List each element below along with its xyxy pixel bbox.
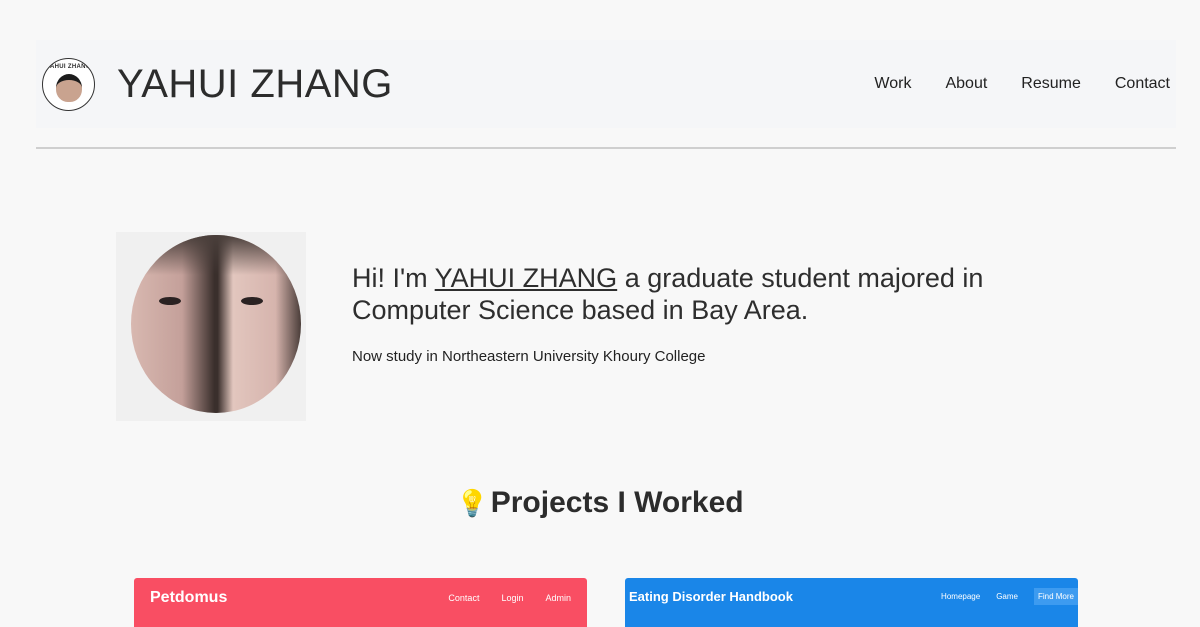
project-card-eating-disorder-handbook[interactable]: Eating Disorder Handbook Homepage Game F…: [625, 578, 1078, 627]
card-nav-find-more: Find More: [1033, 587, 1078, 605]
nav-work[interactable]: Work: [874, 75, 911, 93]
card-nav-admin: Admin: [545, 593, 571, 603]
site-title[interactable]: YAHUI ZHANG: [117, 62, 393, 107]
card-nav: Homepage Game Find More: [941, 587, 1078, 605]
card-nav: Contact Login Admin: [448, 593, 571, 603]
intro-prefix: Hi! I'm: [352, 263, 435, 293]
intro-subtitle: Now study in Northeastern University Kho…: [352, 348, 706, 365]
nav-about[interactable]: About: [945, 75, 987, 93]
eye-icon: [159, 297, 181, 305]
intro-name-link[interactable]: YAHUI ZHANG: [435, 263, 618, 293]
projects-title: Projects I Worked: [490, 486, 744, 519]
project-card-petdomus[interactable]: Petdomus Contact Login Admin: [134, 578, 587, 627]
intro: Hi! I'm YAHUI ZHANG a graduate student m…: [352, 262, 992, 365]
logo-text: YAHUI ZHANG: [46, 63, 91, 70]
header-divider: [36, 147, 1176, 149]
card-nav-login: Login: [501, 593, 524, 603]
eye-icon: [241, 297, 263, 305]
brand[interactable]: YAHUI ZHANG YAHUI ZHANG: [42, 57, 393, 111]
profile-photo: [131, 235, 301, 413]
main-nav: Work About Resume Contact: [840, 75, 1170, 93]
card-nav-homepage: Homepage: [941, 591, 981, 601]
projects-heading: 💡Projects I Worked: [0, 486, 1200, 520]
face-icon: [55, 74, 82, 102]
card-title: Petdomus: [150, 589, 228, 606]
card-navbar: Eating Disorder Handbook Homepage Game F…: [625, 578, 1078, 614]
site-header: YAHUI ZHANG YAHUI ZHANG Work About Resum…: [36, 40, 1176, 128]
nav-resume[interactable]: Resume: [1021, 75, 1081, 93]
nav-contact[interactable]: Contact: [1115, 75, 1170, 93]
card-title: Eating Disorder Handbook: [629, 588, 793, 604]
card-nav-contact: Contact: [448, 593, 480, 603]
lightbulb-icon: 💡: [456, 488, 489, 518]
profile-photo-frame: [116, 232, 306, 421]
intro-headline: Hi! I'm YAHUI ZHANG a graduate student m…: [352, 262, 992, 326]
card-nav-game: Game: [996, 591, 1018, 601]
card-navbar: Petdomus Contact Login Admin: [134, 578, 587, 618]
avatar-logo[interactable]: YAHUI ZHANG: [42, 57, 95, 111]
